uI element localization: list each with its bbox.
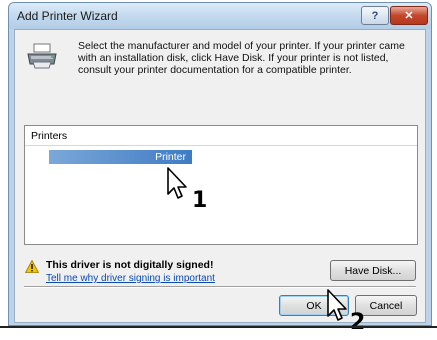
add-printer-wizard-dialog: Add Printer Wizard ? ✕ Select the manufa… [8, 2, 432, 326]
step-2-callout: 2 [350, 310, 366, 335]
warning-icon [25, 260, 39, 273]
separator [24, 286, 416, 288]
ok-label: OK [306, 299, 322, 312]
printers-list[interactable]: Printers Printer [24, 125, 418, 245]
window-title: Add Printer Wizard [17, 9, 118, 23]
bottom-rule [0, 326, 437, 328]
list-item-printer-selected[interactable]: Printer [49, 150, 192, 164]
printer-icon [27, 43, 57, 69]
description-text: Select the manufacturer and model of you… [78, 40, 405, 76]
cancel-label: Cancel [369, 299, 403, 312]
title-bar[interactable]: Add Printer Wizard ? ✕ [9, 3, 431, 29]
warning-title: This driver is not digitally signed! [46, 259, 214, 271]
step-1-callout: 1 [192, 188, 208, 213]
driver-signing-link[interactable]: Tell me why driver signing is important [46, 273, 215, 284]
pointer-cursor-icon [167, 167, 187, 199]
printers-header-label: Printers [31, 130, 68, 142]
dialog-body: Select the manufacturer and model of you… [14, 29, 426, 323]
have-disk-button[interactable]: Have Disk... [330, 260, 416, 281]
pointer-cursor-icon [327, 289, 347, 321]
have-disk-label: Have Disk... [344, 264, 402, 277]
help-button[interactable]: ? [361, 6, 389, 25]
close-button[interactable]: ✕ [390, 6, 428, 25]
printers-column-header[interactable]: Printers [25, 126, 417, 146]
